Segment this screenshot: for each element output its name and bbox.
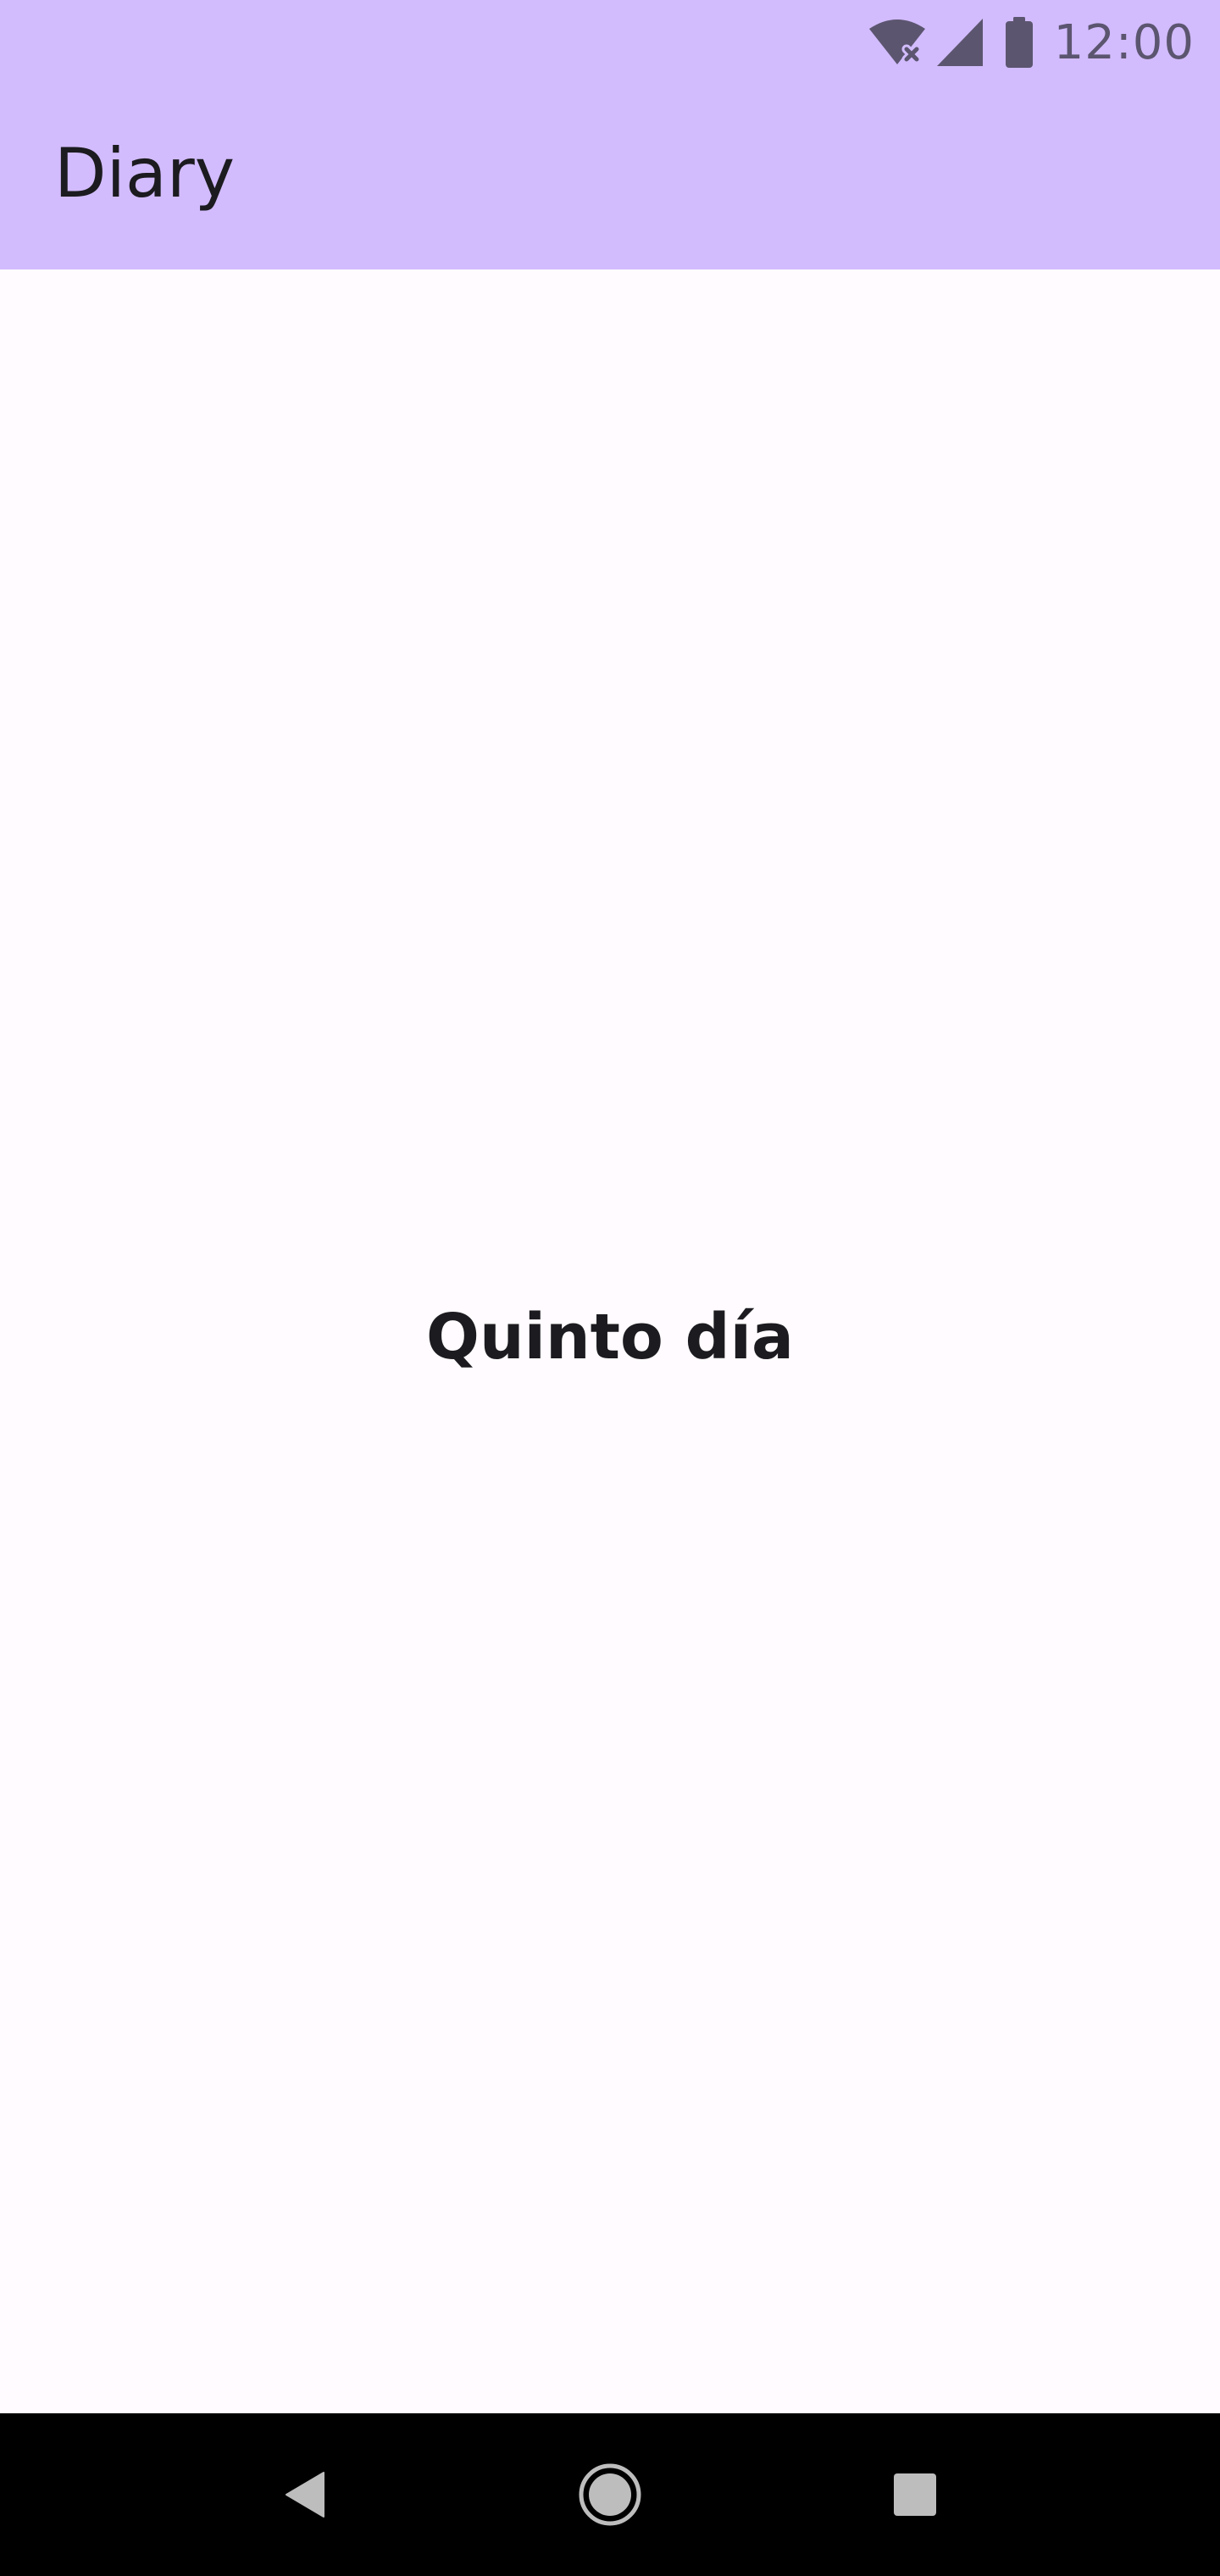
wifi-off-icon [868,19,925,64]
status-icons: 12:00 [868,12,1195,73]
back-button[interactable] [263,2452,347,2537]
navigation-bar [0,2413,1220,2576]
app-bar: Diary [0,85,1220,269]
status-time: 12:00 [1053,14,1195,70]
entry-title: Quinto día [426,1301,794,1374]
recents-button[interactable] [873,2452,957,2537]
battery-icon [1005,17,1033,68]
cellular-signal-icon [936,19,983,66]
app-title: Diary [54,134,236,213]
back-icon [286,2472,324,2518]
recents-icon [894,2473,936,2516]
home-icon [579,2463,641,2526]
diary-entry-content: Quinto día [0,269,1220,2413]
home-button[interactable] [568,2452,652,2537]
status-bar: 12:00 [0,0,1220,85]
top-app-region: 12:00 Diary [0,0,1220,269]
